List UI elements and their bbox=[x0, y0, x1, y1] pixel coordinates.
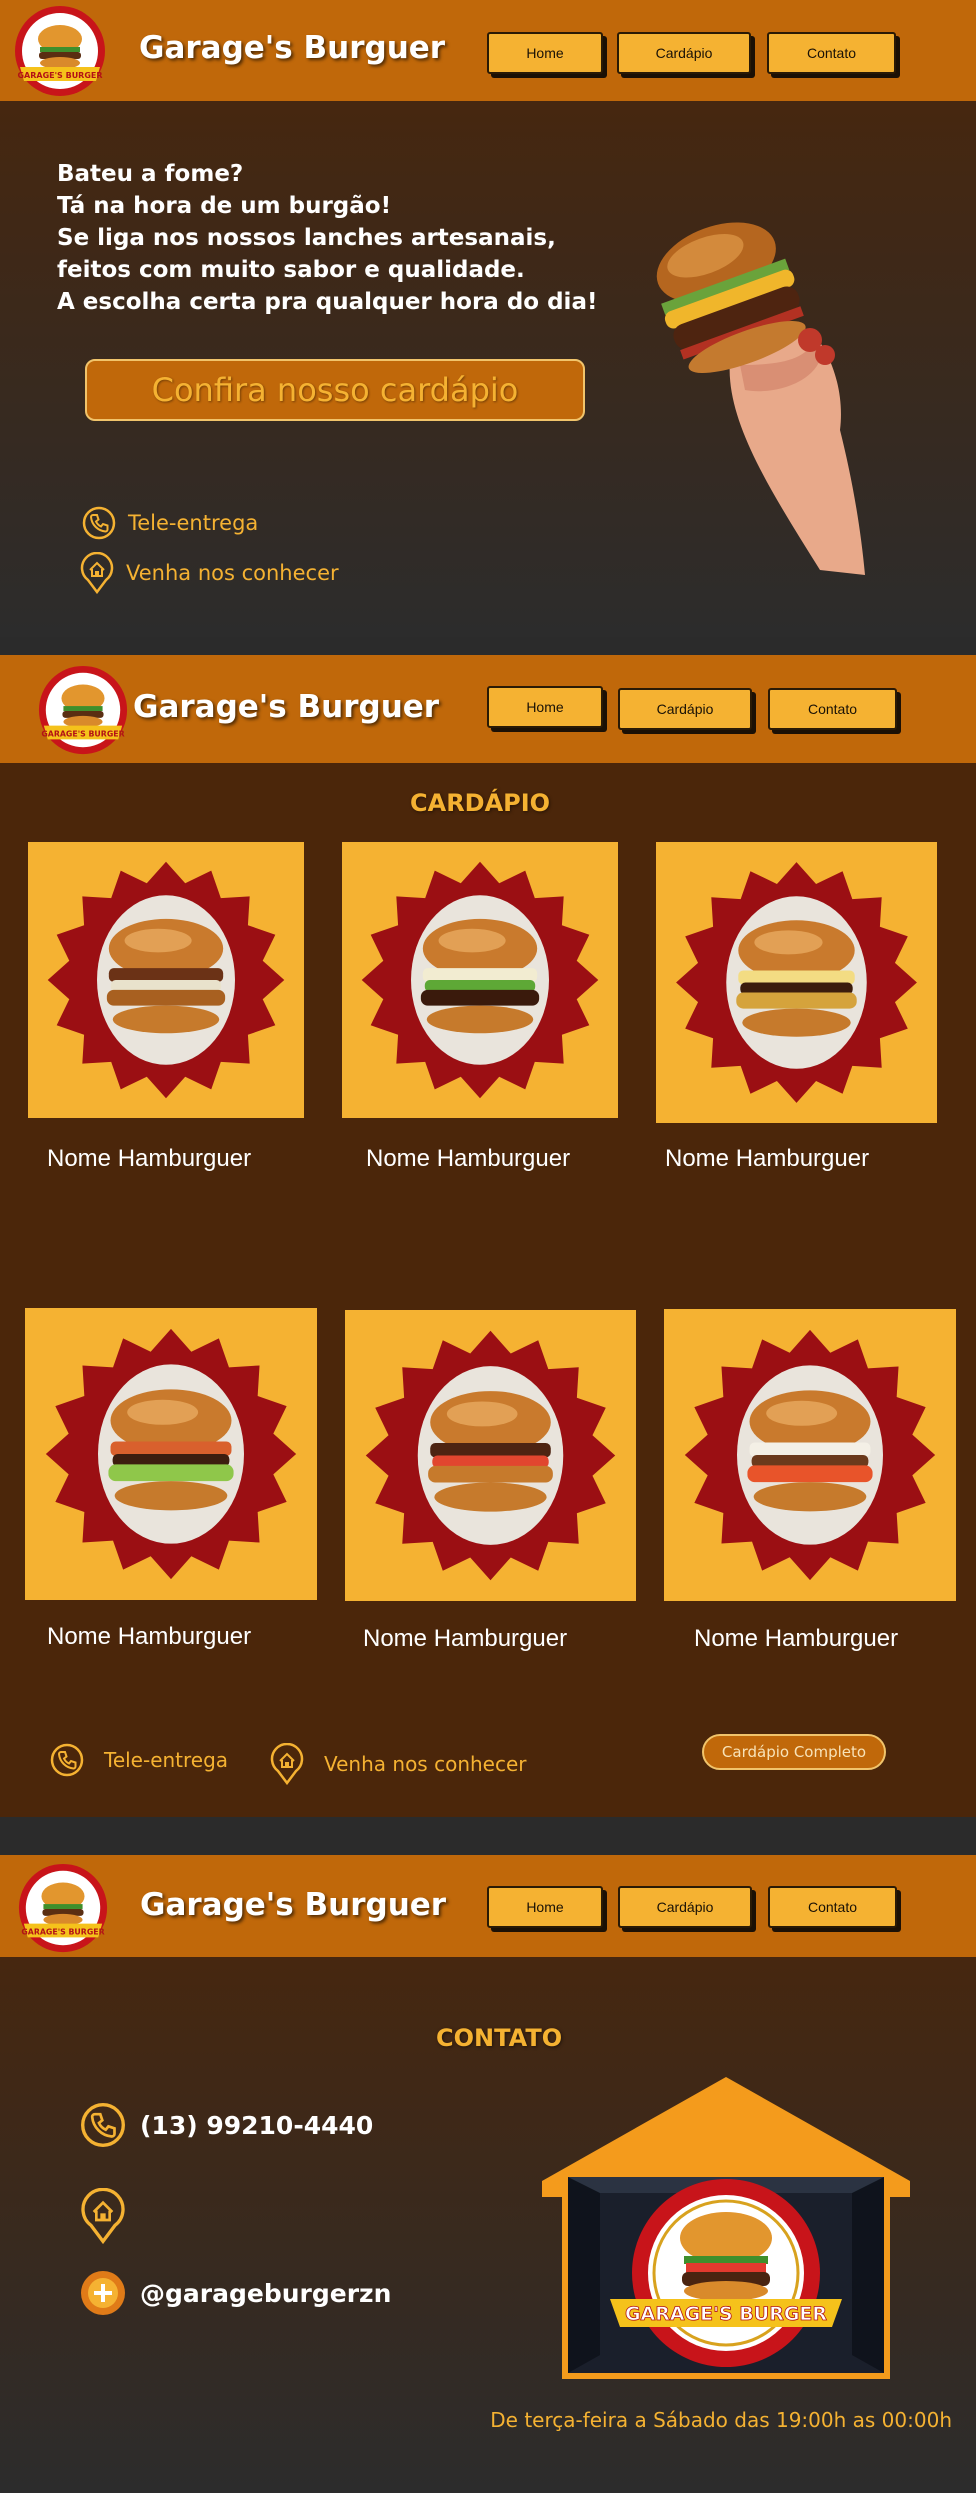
location-home-icon bbox=[81, 2188, 125, 2244]
nav-contact-button[interactable]: Contato bbox=[767, 32, 896, 74]
delivery-label: Tele-entrega bbox=[104, 1748, 229, 1772]
nav-menu-button[interactable]: Cardápio bbox=[618, 688, 752, 730]
contact-section: GARAGE'S BURGER Garage's Burguer Home Ca… bbox=[0, 1855, 976, 2493]
instagram-handle: @garageburgerzn bbox=[140, 2278, 392, 2308]
menu-item-name: Nome Hamburguer bbox=[363, 1625, 568, 1652]
phone-icon bbox=[81, 2103, 125, 2147]
burger-image bbox=[365, 1330, 616, 1581]
burger-image bbox=[676, 862, 917, 1103]
nav-contact-button[interactable]: Contato bbox=[768, 688, 897, 730]
location-home-icon bbox=[80, 552, 114, 594]
logo[interactable]: GARAGE'S BURGER bbox=[36, 663, 130, 757]
full-menu-button[interactable]: Cardápio Completo bbox=[702, 1734, 886, 1770]
brand-name: Garage's Burguer bbox=[133, 689, 440, 725]
menu-item-name: Nome Hamburguer bbox=[366, 1145, 571, 1172]
logo[interactable]: GARAGE'S BURGER bbox=[16, 1861, 110, 1955]
menu-item-card[interactable] bbox=[345, 1310, 636, 1601]
nav-home-button[interactable]: Home bbox=[487, 686, 603, 728]
burger-image bbox=[47, 861, 285, 1099]
menu-item-card[interactable] bbox=[28, 842, 304, 1118]
header: GARAGE'S BURGER Garage's Burguer Home Ca… bbox=[0, 655, 976, 763]
nav-contact-button[interactable]: Contato bbox=[768, 1886, 897, 1928]
menu-item-card[interactable] bbox=[664, 1309, 956, 1601]
instagram-row[interactable]: @garageburgerzn bbox=[80, 2270, 391, 2316]
nav-menu-button[interactable]: Cardápio bbox=[617, 32, 751, 74]
menu-section: GARAGE'S BURGER Garage's Burguer Home Ca… bbox=[0, 655, 976, 1817]
visit-label: Venha nos conhecer bbox=[324, 1752, 527, 1776]
menu-item-name: Nome Hamburguer bbox=[665, 1145, 870, 1172]
delivery-link[interactable]: Tele-entrega bbox=[82, 506, 258, 540]
store-house-image: GARAGE'S BURGER bbox=[542, 2077, 910, 2379]
burger-image bbox=[684, 1329, 936, 1581]
header: GARAGE'S BURGER Garage's Burguer Home Ca… bbox=[0, 1855, 976, 1957]
nav-home-button[interactable]: Home bbox=[487, 1886, 603, 1928]
hero-burger-image bbox=[656, 222, 865, 575]
visit-link[interactable]: Venha nos conhecer bbox=[80, 552, 339, 594]
phone-icon bbox=[50, 1743, 84, 1777]
burger-image bbox=[361, 861, 599, 1099]
view-menu-button[interactable]: Confira nosso cardápio bbox=[85, 359, 585, 421]
address-row[interactable] bbox=[80, 2188, 126, 2244]
menu-item-card[interactable] bbox=[342, 842, 618, 1118]
menu-item-card[interactable] bbox=[656, 842, 937, 1123]
delivery-link[interactable]: Tele-entrega bbox=[50, 1743, 228, 1777]
brand-name: Garage's Burguer bbox=[139, 30, 446, 66]
hero-text: Bateu a fome? Tá na hora de um burgão! S… bbox=[57, 161, 598, 315]
location-home-icon bbox=[270, 1743, 304, 1785]
logo[interactable]: GARAGE'S BURGER bbox=[12, 3, 108, 99]
menu-title: CARDÁPIO bbox=[410, 789, 551, 817]
page: GARAGE'S BURGER Garage's Burguer Home Ca… bbox=[0, 0, 976, 2493]
menu-item-name: Nome Hamburguer bbox=[47, 1145, 252, 1172]
visit-label: Venha nos conhecer bbox=[126, 561, 339, 585]
header: GARAGE'S BURGER Garage's Burguer Home Ca… bbox=[0, 0, 976, 101]
nav-menu-button[interactable]: Cardápio bbox=[618, 1886, 752, 1928]
phone-icon bbox=[82, 506, 116, 540]
contact-title: CONTATO bbox=[436, 2024, 563, 2052]
logo-text: GARAGE'S BURGER bbox=[41, 729, 124, 738]
instagram-plus-icon bbox=[81, 2271, 125, 2315]
delivery-label: Tele-entrega bbox=[128, 511, 259, 535]
home-section: GARAGE'S BURGER Garage's Burguer Home Ca… bbox=[0, 0, 976, 637]
logo-text: GARAGE'S BURGER bbox=[21, 1927, 104, 1936]
nav-home-button[interactable]: Home bbox=[487, 32, 603, 74]
logo-text: GARAGE'S BURGER bbox=[17, 71, 102, 80]
phone-row[interactable]: (13) 99210-4440 bbox=[80, 2102, 373, 2148]
brand-name: Garage's Burguer bbox=[140, 1887, 447, 1923]
burger-image bbox=[45, 1328, 297, 1580]
phone-number: (13) 99210-4440 bbox=[140, 2110, 374, 2140]
opening-hours: De terça-feira a Sábado das 19:00h as 00… bbox=[490, 2408, 952, 2432]
logo-text: GARAGE'S BURGER bbox=[625, 2303, 827, 2325]
menu-item-name: Nome Hamburguer bbox=[694, 1625, 899, 1652]
menu-item-card[interactable] bbox=[25, 1308, 317, 1600]
menu-item-name: Nome Hamburguer bbox=[47, 1623, 252, 1650]
visit-link[interactable]: Venha nos conhecer bbox=[270, 1743, 527, 1785]
